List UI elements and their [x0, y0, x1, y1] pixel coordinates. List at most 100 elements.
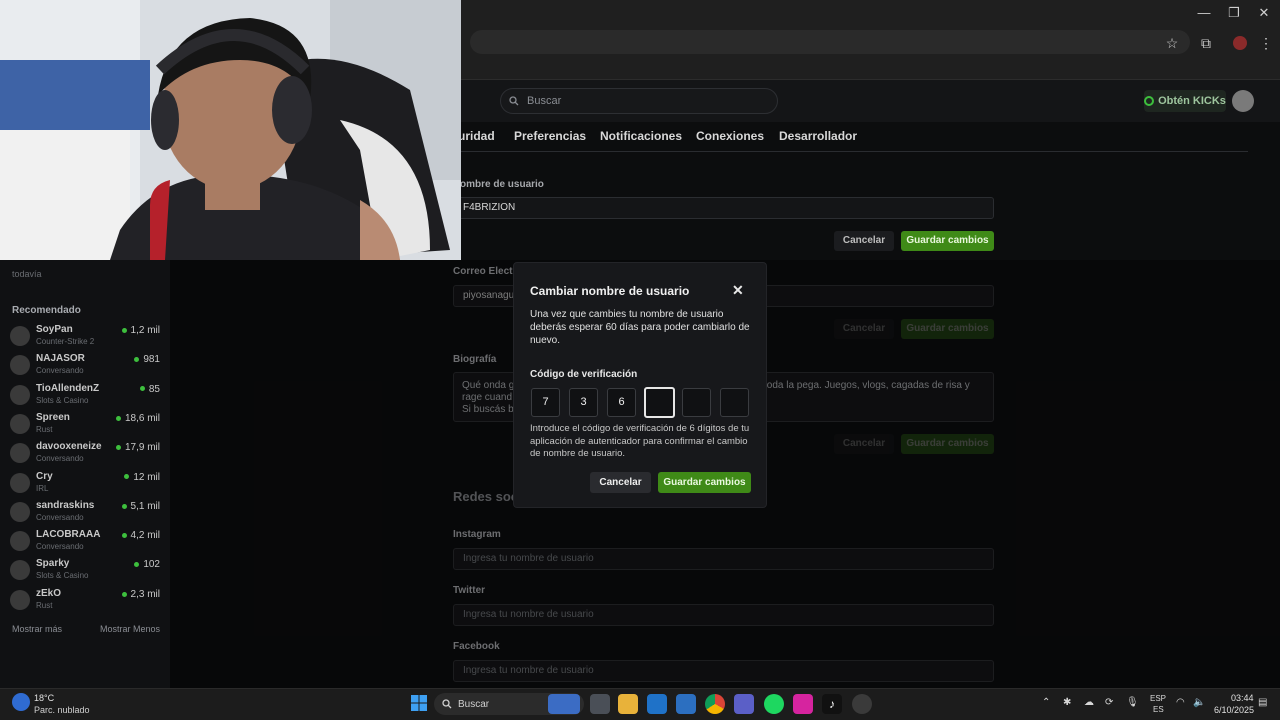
sidebar-channel-item[interactable]: zEkO Rust 2,3 mil	[10, 586, 160, 615]
channel-avatar	[10, 413, 30, 434]
code-digit-3[interactable]: 6	[607, 388, 636, 417]
username-cancel-button[interactable]: Cancelar	[834, 231, 894, 251]
star-icon[interactable]: ☆	[1162, 34, 1182, 52]
sidebar-channel-item[interactable]: Spreen Rust 18,6 mil	[10, 410, 160, 439]
get-kicks-button[interactable]: Obtén KICKs	[1144, 90, 1226, 112]
show-more-link[interactable]: Mostrar más	[12, 624, 62, 634]
modal-title: Cambiar nombre de usuario	[530, 284, 690, 298]
sidebar-channel-item[interactable]: SoyPan Counter-Strike 2 1,2 mil	[10, 322, 160, 351]
channel-category: Counter-Strike 2	[36, 337, 95, 346]
task-view-icon[interactable]	[590, 694, 610, 714]
modal-save-button[interactable]: Guardar cambios	[658, 472, 751, 493]
search-input[interactable]: Buscar	[500, 88, 778, 114]
search-icon	[509, 96, 519, 106]
tiktok-icon[interactable]: ♪	[822, 694, 842, 714]
profile-icon[interactable]	[1230, 34, 1250, 52]
weather-desc: Parc. nublado	[34, 705, 90, 715]
username-save-button[interactable]: Guardar cambios	[901, 231, 994, 251]
lang-top[interactable]: ESP	[1150, 694, 1166, 703]
lang-bottom[interactable]: ES	[1153, 705, 1164, 714]
sidebar-channel-item[interactable]: Sparky Slots & Casino 102	[10, 556, 160, 585]
sync-icon[interactable]: ⟳	[1105, 697, 1113, 708]
chrome-icon[interactable]	[705, 694, 725, 714]
channel-name: sandraskins	[36, 499, 95, 511]
channel-viewers: 12 mil	[124, 472, 160, 483]
code-digit-6[interactable]	[720, 388, 749, 417]
sidebar-channel-item[interactable]: NAJASOR Conversando 981	[10, 351, 160, 380]
channel-viewers: 18,6 mil	[116, 413, 160, 424]
recommended-title: Recomendado	[12, 305, 81, 316]
close-window-button[interactable]: ✕	[1254, 5, 1274, 21]
channel-name: LACOBRAAA	[36, 529, 101, 541]
channel-category: Slots & Casino	[36, 395, 89, 405]
channel-avatar	[10, 384, 30, 405]
tab-security[interactable]: uridad	[458, 129, 495, 143]
windows-start-icon[interactable]	[410, 694, 430, 714]
channel-category: Rust	[36, 424, 53, 434]
sidebar-channel-item[interactable]: sandraskins Conversando 5,1 mil	[10, 498, 160, 527]
wifi-icon[interactable]: ◠	[1176, 697, 1185, 708]
username-field[interactable]: F4BRIZION	[453, 197, 994, 219]
change-username-modal: Cambiar nombre de usuario ✕ Una vez que …	[513, 262, 767, 508]
channel-category: Conversando	[36, 512, 84, 522]
sidebar-channel-item[interactable]: Cry IRL 12 mil	[10, 469, 160, 498]
sidebar-channel-item[interactable]: LACOBRAAA Conversando 4,2 mil	[10, 527, 160, 556]
modal-cancel-button[interactable]: Cancelar	[590, 472, 651, 493]
channel-viewers: 2,3 mil	[122, 589, 160, 600]
channel-avatar	[10, 560, 30, 581]
minimize-button[interactable]: —	[1194, 5, 1214, 21]
settings-app-icon[interactable]	[852, 694, 872, 714]
tray-app-icon[interactable]: ✱	[1063, 697, 1071, 708]
clock-date[interactable]: 6/10/2025	[1214, 705, 1254, 715]
outlook-icon[interactable]	[647, 694, 667, 714]
tab-connections[interactable]: Conexiones	[696, 129, 764, 143]
channel-avatar	[10, 531, 30, 552]
instagram-icon[interactable]	[793, 694, 813, 714]
file-explorer-icon[interactable]	[618, 694, 638, 714]
modal-description: Una vez que cambies tu nombre de usuario…	[530, 309, 750, 346]
tab-preferences[interactable]: Preferencias	[514, 129, 586, 143]
weather-icon[interactable]	[12, 693, 30, 711]
sidebar-channel-item[interactable]: davooxeneize Conversando 17,9 mil	[10, 439, 160, 468]
teams-icon[interactable]	[734, 694, 754, 714]
channel-viewers: 85	[140, 384, 160, 395]
sidebar-channel-item[interactable]: TioAllendenZ Slots & Casino 85	[10, 381, 160, 410]
channel-viewers: 17,9 mil	[116, 442, 160, 453]
code-digit-1[interactable]: 7	[531, 388, 560, 417]
maximize-button[interactable]: ❐	[1224, 5, 1244, 21]
channel-category: Conversando	[36, 454, 84, 464]
channel-name: davooxeneize	[36, 441, 102, 453]
channel-viewers: 102	[134, 559, 160, 570]
menu-icon[interactable]: ⋮	[1256, 34, 1276, 52]
channel-category: Rust	[36, 600, 53, 610]
code-digit-2[interactable]: 3	[569, 388, 598, 417]
channel-name: NAJASOR	[36, 353, 85, 365]
spotify-icon[interactable]	[764, 694, 784, 714]
user-avatar[interactable]	[1232, 90, 1254, 112]
chevron-up-icon[interactable]: ⌃	[1042, 697, 1050, 708]
verification-code-label: Código de verificación	[530, 369, 638, 380]
address-bar[interactable]	[470, 30, 1190, 54]
channel-viewers: 4,2 mil	[122, 530, 160, 541]
taskbar-search-label: Buscar	[458, 698, 490, 710]
search-highlight-icon[interactable]	[548, 694, 580, 714]
weather-temp: 18°C	[34, 693, 55, 703]
modal-help-text: Introduce el código de verificación de 6…	[530, 423, 750, 459]
clock-time[interactable]: 03:44	[1231, 693, 1254, 703]
code-digit-5[interactable]	[682, 388, 711, 417]
show-less-link[interactable]: Mostrar Menos	[100, 624, 160, 634]
channel-viewers: 5,1 mil	[122, 501, 160, 512]
channel-avatar	[10, 443, 30, 464]
tab-developer[interactable]: Desarrollador	[779, 129, 857, 143]
store-icon[interactable]	[676, 694, 696, 714]
tab-notifications[interactable]: Notificaciones	[600, 129, 682, 143]
search-icon	[442, 699, 452, 709]
webcam-image	[0, 0, 461, 260]
mic-icon[interactable]: 🎙	[1126, 697, 1139, 708]
code-digit-4[interactable]	[644, 387, 675, 418]
volume-icon[interactable]: 🔈	[1193, 697, 1205, 708]
notifications-icon[interactable]: ▤	[1258, 697, 1267, 708]
cloud-icon[interactable]: ☁	[1084, 697, 1094, 708]
extensions-icon[interactable]: ⧉	[1196, 34, 1216, 52]
close-icon[interactable]: ✕	[732, 282, 744, 299]
